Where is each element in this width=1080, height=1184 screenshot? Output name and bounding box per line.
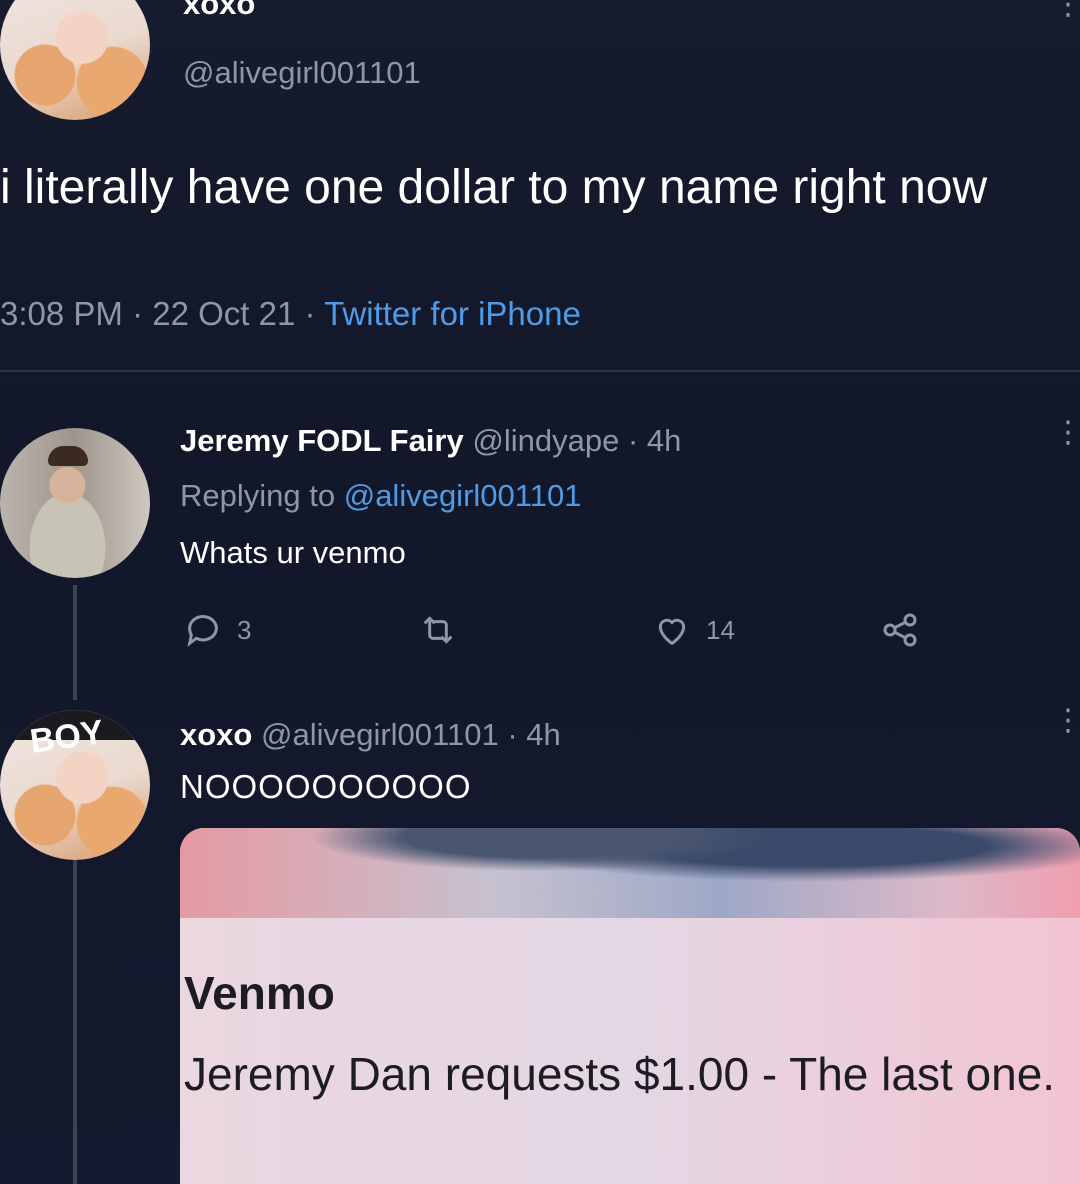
retweet-icon <box>423 616 453 644</box>
reply-author-handle[interactable]: @lindyape <box>472 423 619 458</box>
avatar-xoxo[interactable] <box>0 0 150 120</box>
reply-age: · 4h <box>627 423 682 458</box>
reply-text: Whats ur venmo <box>180 535 406 570</box>
notification-title: Venmo <box>184 967 335 1019</box>
avatar-jeremy[interactable] <box>0 428 150 578</box>
share-button[interactable] <box>880 610 920 650</box>
tweet-author-handle[interactable]: @alivegirl001101 <box>183 55 421 91</box>
share-icon <box>883 613 917 647</box>
like-button[interactable]: 14 <box>652 610 735 650</box>
meta-separator: · <box>122 295 153 332</box>
replying-prefix: Replying to <box>180 478 344 513</box>
replying-to-handle[interactable]: @alivegirl001101 <box>344 478 582 513</box>
hair-shape <box>48 446 88 466</box>
more-vertical-icon[interactable]: ⋮ <box>1053 418 1080 448</box>
heart-icon <box>658 618 686 646</box>
replying-to: Replying to @alivegirl001101 <box>180 478 581 514</box>
second-reply-author-handle[interactable]: @alivegirl001101 <box>261 717 499 752</box>
second-reply-age: · 4h <box>507 717 561 752</box>
thread-line <box>73 860 77 1184</box>
tweet-author-name[interactable]: xoxo <box>183 0 255 22</box>
image-background <box>180 828 1080 918</box>
reply-author-name[interactable]: Jeremy FODL Fairy <box>180 423 464 458</box>
tweet-meta: 3:08 PM · 22 Oct 21 · Twitter for iPhone <box>0 295 581 333</box>
reply-icon <box>187 615 218 647</box>
tweet-text: i literally have one dollar to my name r… <box>0 161 988 214</box>
reply-header: Jeremy FODL Fairy @lindyape · 4h <box>180 423 681 459</box>
second-reply-header: xoxo @alivegirl001101 · 4h <box>180 717 561 753</box>
second-reply-text: NOOOOOOOOOO <box>180 768 472 805</box>
like-count: 14 <box>706 614 735 645</box>
reply-actions: 3 14 <box>0 610 1080 650</box>
meta-separator: · <box>295 295 325 332</box>
tweet-time[interactable]: 3:08 PM <box>0 295 123 332</box>
notification-text: Jeremy Dan requests $1.00 - The last one… <box>184 1048 1056 1100</box>
reply-count: 3 <box>237 614 252 645</box>
reply-button[interactable]: 3 <box>183 610 251 650</box>
more-vertical-icon[interactable]: ⋮ <box>1053 0 1080 20</box>
more-vertical-icon[interactable]: ⋮ <box>1053 706 1080 736</box>
retweet-button[interactable] <box>418 610 458 650</box>
second-reply-author-name[interactable]: xoxo <box>180 717 252 752</box>
attached-image[interactable]: Venmo Jeremy Dan requests $1.00 - The la… <box>180 828 1080 1184</box>
tweet-source[interactable]: Twitter for iPhone <box>324 295 581 332</box>
tweet-date[interactable]: 22 Oct 21 <box>152 295 295 332</box>
divider <box>0 370 1080 372</box>
